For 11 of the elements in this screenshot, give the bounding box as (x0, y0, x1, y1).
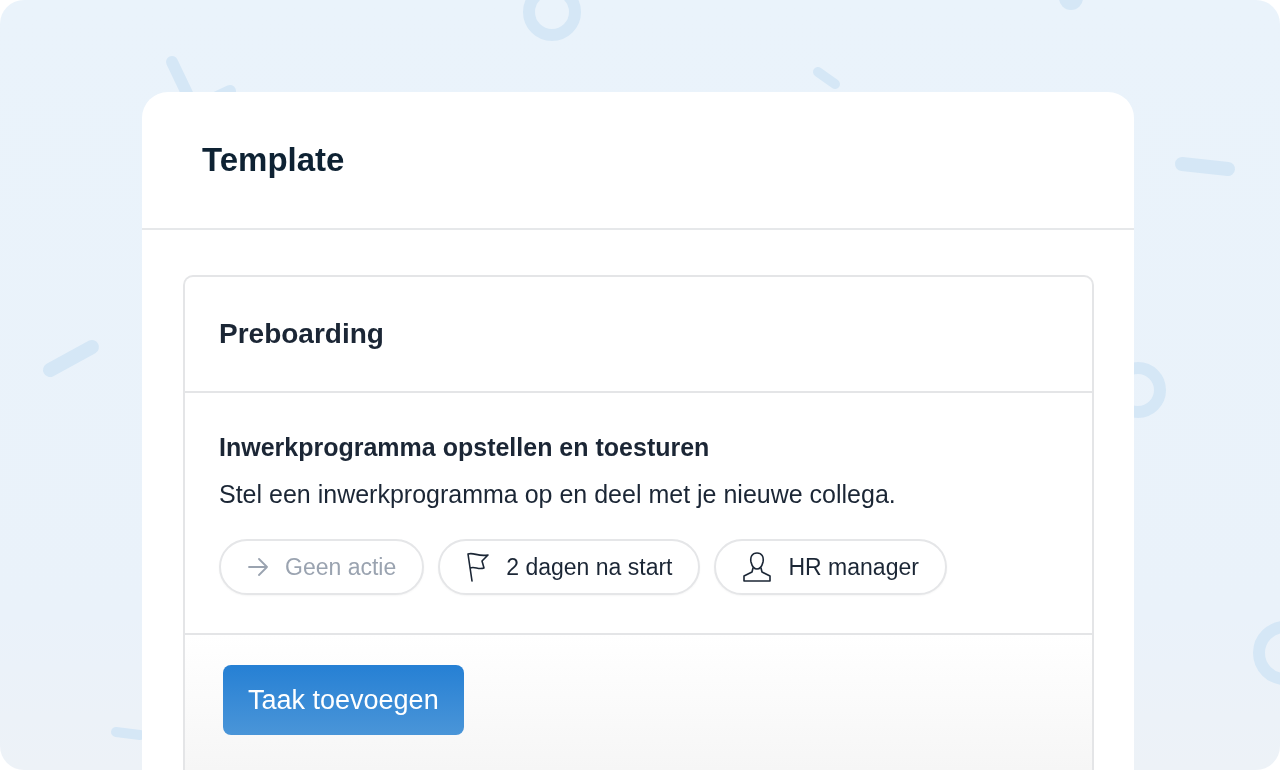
card-title: Template (202, 141, 345, 179)
add-task-button[interactable]: Taak toevoegen (223, 665, 464, 735)
task-description: Stel een inwerkprogramma op en deel met je nieuwe collega. (219, 480, 897, 509)
task-chip[interactable]: 2 dagen na start (438, 539, 701, 595)
task-chip[interactable]: HR manager (714, 539, 947, 595)
task-title: Inwerkprogramma opstellen en toesturen (219, 433, 711, 462)
flag-icon (466, 552, 491, 582)
section-title: Preboarding (219, 318, 384, 350)
person-icon (742, 551, 773, 583)
dash-drawing (111, 727, 145, 740)
arrow-right-icon (247, 557, 269, 577)
